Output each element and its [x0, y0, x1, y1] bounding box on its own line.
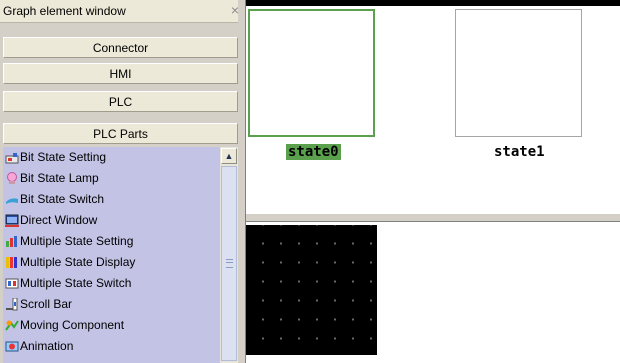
- list-item-label: Multiple State Display: [20, 255, 136, 269]
- category-hmi[interactable]: HMI: [3, 63, 238, 84]
- states-canvas: state0 state1: [246, 0, 620, 214]
- vertical-splitter[interactable]: [238, 0, 246, 363]
- list-item-label: Moving Component: [20, 318, 125, 332]
- switch-icon: [6, 198, 18, 204]
- scroll-thumb[interactable]: [221, 166, 237, 361]
- list-item-label: Bit State Setting: [20, 150, 107, 164]
- list-item-animation[interactable]: Animation: [3, 336, 219, 357]
- preview-canvas: [246, 222, 620, 363]
- list-item-label: Scroll Bar: [20, 297, 73, 311]
- lamp-icon: [7, 172, 17, 184]
- moving-component-icon: [5, 320, 19, 331]
- state-box-state1[interactable]: [455, 9, 582, 137]
- list-item-label: Bit State Lamp: [20, 171, 99, 185]
- state-label-state1[interactable]: state1: [494, 144, 545, 160]
- list-item-bit-state-switch[interactable]: Bit State Switch: [3, 189, 219, 210]
- list-item-scroll-bar[interactable]: Scroll Bar: [3, 294, 219, 315]
- state-label-state0[interactable]: state0: [286, 144, 341, 160]
- list-item-bit-state-setting[interactable]: Bit State Setting: [3, 147, 219, 168]
- bit-state-setting-icon: [5, 153, 19, 164]
- scroll-bar-icon: [6, 298, 18, 311]
- category-connector[interactable]: Connector: [3, 37, 238, 58]
- list-item-moving-component[interactable]: Moving Component: [3, 315, 219, 336]
- list-item-label: Animation: [20, 339, 74, 353]
- list-item-direct-window[interactable]: Direct Window: [3, 210, 219, 231]
- parts-list: Bit State Setting Bit State Lamp Bit Sta…: [3, 147, 219, 363]
- state-box-state0[interactable]: [248, 9, 375, 137]
- list-item-label: Bit State Switch: [20, 192, 105, 206]
- multi-state-switch-icon: [5, 278, 19, 289]
- list-item-bit-state-lamp[interactable]: Bit State Lamp: [3, 168, 219, 189]
- window-icon: [5, 214, 19, 227]
- list-item-label: Direct Window: [20, 213, 98, 227]
- category-plc[interactable]: PLC: [3, 91, 238, 112]
- list-item-multiple-state-setting[interactable]: Multiple State Setting: [3, 231, 219, 252]
- list-item-multiple-state-display[interactable]: Multiple State Display: [3, 252, 219, 273]
- horizontal-splitter[interactable]: [246, 214, 620, 222]
- list-scrollbar[interactable]: ▲: [219, 147, 238, 363]
- list-item-label: Multiple State Switch: [20, 276, 132, 290]
- animation-icon: [5, 341, 19, 352]
- panel-title-bar: Graph element window ×: [0, 0, 245, 23]
- panel-title: Graph element window: [3, 4, 126, 18]
- graph-element-window: Graph element window × Connector HMI PLC…: [0, 0, 245, 363]
- multi-state-display-icon: [6, 257, 17, 268]
- list-item-label: Multiple State Setting: [20, 234, 134, 248]
- category-plc-parts[interactable]: PLC Parts: [3, 123, 238, 144]
- list-item-multiple-state-switch[interactable]: Multiple State Switch: [3, 273, 219, 294]
- scroll-up-button[interactable]: ▲: [221, 148, 237, 164]
- state-preview-grid[interactable]: [246, 225, 377, 355]
- grip-icon: [226, 259, 233, 268]
- multi-state-setting-icon: [6, 236, 17, 247]
